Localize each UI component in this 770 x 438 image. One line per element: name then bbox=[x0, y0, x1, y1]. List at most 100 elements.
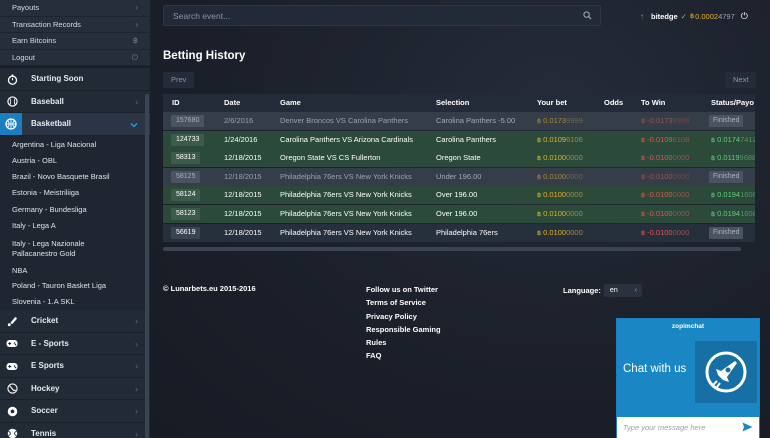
bet-id[interactable]: 56619 bbox=[171, 226, 201, 239]
league-item[interactable]: Austria - OBL bbox=[0, 153, 150, 168]
baseball-icon bbox=[6, 96, 18, 108]
category-starting-soon[interactable]: Starting Soon bbox=[0, 68, 150, 91]
to-win-amount: ฿ -0.01096108 bbox=[641, 131, 689, 150]
footer-link-twitter[interactable]: Follow us on Twitter bbox=[366, 284, 441, 297]
bet-id[interactable]: 58125 bbox=[171, 170, 201, 183]
to-win-amount: ฿ -0.01000000 bbox=[641, 149, 689, 168]
chat-title: Chat with us bbox=[623, 363, 687, 375]
bet-date: 1/24/2016 bbox=[224, 134, 258, 144]
bitcoin-icon: ฿ bbox=[711, 136, 716, 144]
bet-id[interactable]: 157680 bbox=[171, 115, 205, 127]
chat-widget[interactable]: zopimchat Chat with us bbox=[616, 318, 760, 438]
footer-link-responsible-gaming[interactable]: Responsible Gaming bbox=[366, 324, 441, 337]
league-item[interactable]: Italy - Lega Nazionale Pallacanestro Gol… bbox=[0, 234, 150, 263]
col-header-game[interactable]: Game bbox=[280, 94, 301, 112]
league-item[interactable]: Poland - Tauron Basket Liga bbox=[0, 278, 150, 294]
bet-amount: ฿ 0.01000000 bbox=[537, 205, 583, 224]
bet-game: Philadelphia 76ers VS New York Knicks bbox=[280, 171, 412, 181]
league-list: Argentina - Liga Nacional Austria - OBL … bbox=[0, 135, 150, 310]
category-baseball[interactable]: Baseball › bbox=[0, 90, 150, 113]
bet-id[interactable]: 58313 bbox=[171, 152, 201, 165]
category-hockey[interactable]: Hockey › bbox=[0, 377, 150, 400]
rocket-icon bbox=[695, 341, 757, 403]
category-label: Starting Soon bbox=[31, 74, 84, 83]
account-item-payouts[interactable]: Payouts › bbox=[0, 0, 150, 17]
betting-history-table: ID Date Game Selection Your bet Odds To … bbox=[163, 94, 755, 242]
league-item[interactable]: Slovenia - 1.A SKL bbox=[0, 294, 150, 310]
footer-links: Follow us on Twitter Terms of Service Pr… bbox=[366, 284, 441, 364]
sidebar-scrollbar[interactable] bbox=[145, 94, 149, 438]
bitcoin-icon: ฿ bbox=[641, 211, 646, 218]
chevron-right-icon: › bbox=[135, 361, 138, 371]
user-account[interactable]: ↑ bitedge ✓ ฿ 0.0002 4797 ⏻ bbox=[640, 11, 748, 21]
chevron-right-icon: › bbox=[135, 3, 138, 12]
chevron-right-icon: › bbox=[135, 428, 138, 438]
power-icon[interactable]: ⏻ bbox=[741, 11, 748, 22]
search-input[interactable] bbox=[164, 6, 600, 25]
league-item[interactable]: Argentina - Liga Nacional bbox=[0, 135, 150, 153]
footer-link-faq[interactable]: FAQ bbox=[366, 350, 441, 363]
league-item[interactable]: Italy - Lega A bbox=[0, 218, 150, 234]
language-select[interactable]: en ‹ bbox=[603, 284, 642, 297]
col-header-status[interactable]: Status/Payo bbox=[711, 94, 754, 112]
table-horizontal-scrollbar[interactable] bbox=[163, 247, 741, 251]
chat-input-bar bbox=[617, 417, 759, 438]
category-label: Hockey bbox=[31, 383, 60, 393]
bet-date: 12/18/2015 bbox=[224, 209, 262, 218]
table-row[interactable]: 58123 12/18/2015 Philadelphia 76ers VS New… bbox=[163, 205, 755, 223]
payout-amount: ฿ 0.01941608 bbox=[711, 205, 755, 224]
league-item[interactable]: Germany - Bundesliga bbox=[0, 201, 150, 218]
main-content: ↑ bitedge ✓ ฿ 0.00024797 ⏻ Betting Histo… bbox=[150, 0, 770, 438]
bitcoin-icon: ฿ bbox=[711, 192, 716, 200]
table-row[interactable]: 58124 12/18/2015 Philadelphia 76ers VS New… bbox=[163, 186, 755, 205]
league-item[interactable]: Estonia - Meistriliiga bbox=[0, 185, 150, 201]
category-soccer[interactable]: Soccer › bbox=[0, 400, 150, 423]
col-header-odds[interactable]: Odds bbox=[604, 94, 623, 112]
col-header-date[interactable]: Date bbox=[224, 94, 240, 112]
footer-link-terms[interactable]: Terms of Service bbox=[366, 297, 441, 310]
category-esports[interactable]: E Sports › bbox=[0, 355, 150, 378]
prev-button[interactable]: Prev bbox=[163, 72, 195, 88]
account-item-logout[interactable]: Logout ⏻ bbox=[0, 50, 150, 66]
bitcoin-icon: ฿ bbox=[641, 118, 646, 125]
chevron-right-icon: › bbox=[135, 19, 138, 29]
category-basketball[interactable]: Basketball bbox=[0, 113, 150, 136]
col-header-your-bet[interactable]: Your bet bbox=[537, 94, 567, 112]
bet-game: Philadelphia 76ers VS New York Knicks bbox=[280, 227, 412, 237]
account-item-transaction-records[interactable]: Transaction Records › bbox=[0, 17, 150, 33]
footer-link-privacy[interactable]: Privacy Policy bbox=[366, 311, 441, 324]
account-item-earn-bitcoins[interactable]: Earn Bitcoins ฿ bbox=[0, 33, 150, 50]
footer-link-rules[interactable]: Rules bbox=[366, 337, 441, 350]
table-row[interactable]: 157680 2/6/2016 Denver Broncos VS Carolina… bbox=[163, 112, 755, 130]
hockey-icon bbox=[6, 383, 18, 395]
table-row[interactable]: 124733 1/24/2016 Carolina Panthers VS Ariz… bbox=[163, 130, 755, 150]
to-win-amount: ฿ -0.01000000 bbox=[641, 224, 689, 242]
search-icon[interactable] bbox=[583, 11, 592, 22]
table-row[interactable]: 58125 12/18/2015 Philadelphia 76ers VS New… bbox=[163, 167, 755, 186]
category-tennis[interactable]: Tennis › bbox=[0, 422, 150, 438]
col-header-selection[interactable]: Selection bbox=[436, 94, 469, 112]
col-header-id[interactable]: ID bbox=[172, 94, 180, 112]
chevron-right-icon: › bbox=[135, 316, 138, 326]
next-button[interactable]: Next bbox=[725, 72, 757, 88]
status-badge: Finished bbox=[709, 226, 744, 239]
bitcoin-icon: ฿ bbox=[132, 36, 138, 45]
send-icon[interactable] bbox=[742, 422, 753, 434]
bet-id[interactable]: 58123 bbox=[171, 208, 201, 220]
category-cricket[interactable]: Cricket › bbox=[0, 310, 150, 333]
bet-id[interactable]: 124733 bbox=[171, 133, 205, 146]
account-item-label: Payouts bbox=[12, 3, 40, 12]
league-item[interactable]: Brazil - Novo Basquete Brasil bbox=[0, 168, 150, 185]
table-header: ID Date Game Selection Your bet Odds To … bbox=[163, 94, 755, 112]
chat-message-input[interactable] bbox=[617, 417, 737, 438]
table-row[interactable]: 58313 12/18/2015 Oregon State VS CS Fuller… bbox=[163, 149, 755, 168]
basketball-icon bbox=[0, 113, 22, 135]
table-row[interactable]: 56619 12/18/2015 Philadelphia 76ers VS New… bbox=[163, 223, 755, 242]
category-e-sports[interactable]: E - Sports › bbox=[0, 332, 150, 355]
gamepad-icon bbox=[6, 360, 18, 372]
league-item[interactable]: NBA bbox=[0, 263, 150, 278]
bet-selection: Under 196.00 bbox=[436, 171, 482, 181]
col-header-to-win[interactable]: To Win bbox=[641, 94, 665, 112]
bet-id[interactable]: 58124 bbox=[171, 189, 201, 202]
search-bar bbox=[163, 5, 601, 26]
